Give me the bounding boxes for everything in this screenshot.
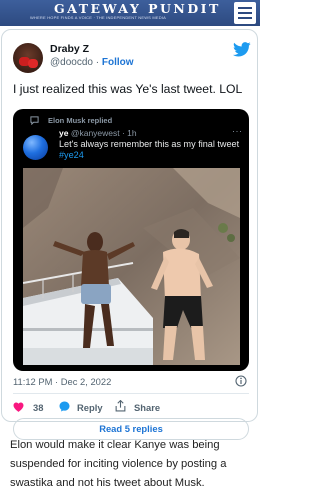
embedded-tweet: Draby Z @doocdo · Follow I just realized… (1, 29, 258, 440)
quoted-hashtag: #ye24 (59, 150, 84, 160)
author-handle-line: @doocdo · Follow (50, 57, 134, 68)
speech-bubble-icon (30, 116, 39, 125)
share-button[interactable]: Share (134, 402, 160, 413)
follow-link[interactable]: Follow (102, 57, 134, 68)
quoted-handle-time: @kanyewest · 1h (70, 128, 137, 138)
quoted-author-line: ye @kanyewest · 1h (59, 128, 137, 138)
tweet-actions: 38 Reply Share (13, 400, 253, 416)
quoted-text-body: Let's always remember this as my final t… (59, 139, 240, 149)
replied-label: Elon Musk replied (48, 116, 113, 125)
author-handle[interactable]: @doocdo (50, 57, 93, 68)
quoted-author-name: ye (59, 128, 69, 138)
site-tagline: WHERE HOPE FINDS A VOICE · THE INDEPENDE… (30, 15, 167, 20)
hamburger-menu-icon[interactable] (234, 2, 256, 24)
site-header: GATEWAY PUNDIT WHERE HOPE FINDS A VOICE … (0, 0, 260, 26)
more-options-icon: ··· (232, 126, 243, 136)
handle-separator: · (92, 57, 102, 68)
like-count[interactable]: 38 (33, 402, 43, 413)
share-icon[interactable] (115, 400, 126, 412)
twitter-bird-icon[interactable] (233, 42, 251, 57)
author-avatar[interactable] (13, 43, 43, 73)
quoted-text: Let's always remember this as my final t… (59, 139, 245, 161)
info-icon[interactable] (235, 375, 247, 387)
author-name[interactable]: Draby Z (50, 43, 89, 55)
kanye-avatar (23, 135, 48, 160)
reply-icon[interactable] (59, 401, 70, 412)
yacht-photo (23, 168, 240, 365)
quoted-tweet-image[interactable]: Elon Musk replied ye @kanyewest · 1h ···… (13, 109, 249, 371)
site-logo[interactable]: GATEWAY PUNDIT (54, 1, 221, 16)
article-paragraph: Elon would make it clear Kanye was being… (10, 439, 227, 489)
divider (13, 393, 249, 394)
reply-button[interactable]: Reply (77, 402, 103, 413)
heart-icon[interactable] (13, 402, 24, 412)
tweet-timestamp[interactable]: 11:12 PM · Dec 2, 2022 (13, 376, 111, 387)
tweet-text: I just realized this was Ye's last tweet… (13, 82, 243, 96)
